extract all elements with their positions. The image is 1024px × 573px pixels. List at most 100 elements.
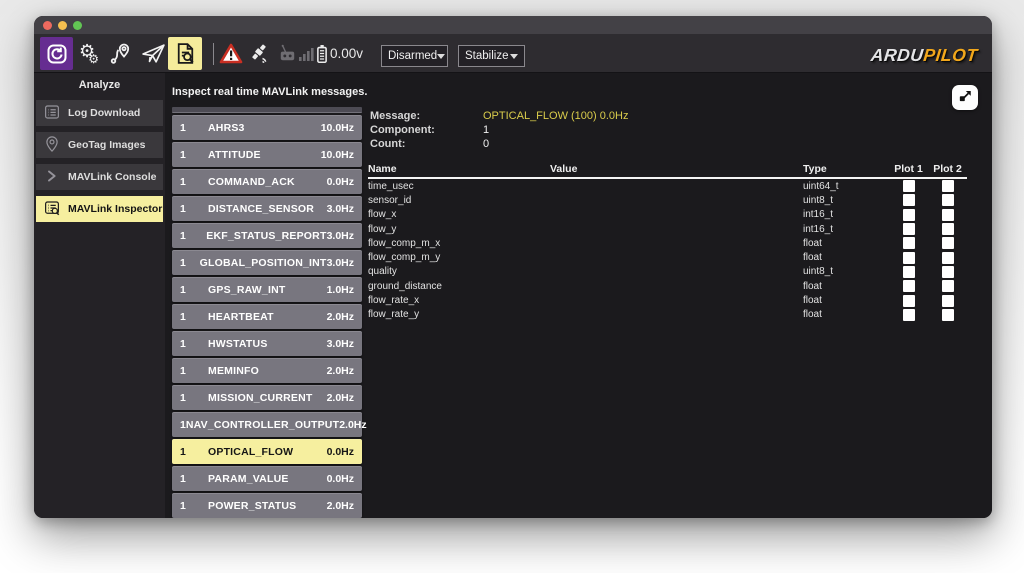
fields-table-header: Name Value Type Plot 1 Plot 2: [368, 163, 967, 179]
table-row: flow_x int16_t: [368, 208, 967, 222]
close-window-button[interactable]: [43, 20, 52, 30]
config-button[interactable]: ⚙ ⚙: [74, 37, 104, 70]
waypoint-route-icon: [109, 42, 133, 66]
message-rate: 0.0Hz: [326, 445, 354, 458]
field-type: int16_t: [803, 209, 834, 221]
message-list-item[interactable]: 1 EKF_STATUS_REPORT 3.0Hz: [172, 223, 362, 248]
logo-text-ardu: ARDU: [870, 44, 926, 65]
table-row: sensor_id uint8_t: [368, 193, 967, 207]
plot2-checkbox[interactable]: [941, 280, 954, 293]
fields-table: Name Value Type Plot 1 Plot 2 time_usec …: [368, 163, 967, 322]
data-refresh-icon: [45, 42, 69, 66]
warning-indicator[interactable]: [218, 37, 244, 70]
message-rate: 2.0Hz: [326, 499, 354, 512]
toolbar: ⚙ ⚙ 0.00v Disarmed Stabilize ARDU PILOT: [34, 34, 992, 73]
field-type: float: [803, 237, 822, 249]
message-list-partial-item-top[interactable]: [172, 107, 362, 113]
flight-mode-dropdown[interactable]: Stabilize: [458, 45, 525, 67]
plot1-checkbox[interactable]: [902, 265, 915, 278]
field-type: float: [803, 280, 822, 292]
field-type: uint64_t: [803, 180, 839, 192]
message-count: 1: [180, 256, 186, 269]
plan-button[interactable]: [106, 37, 136, 70]
toolbar-separator: [213, 43, 214, 65]
plot2-checkbox[interactable]: [941, 208, 954, 221]
message-list-item[interactable]: 1 MEMINFO 2.0Hz: [172, 358, 362, 383]
plot1-checkbox[interactable]: [902, 280, 915, 293]
message-count: 1: [180, 364, 186, 377]
message-list-item[interactable]: 1 MISSION_CURRENT 2.0Hz: [172, 385, 362, 410]
table-row: time_usec uint64_t: [368, 179, 967, 193]
sidebar-item-mavlink-inspector[interactable]: MAVLink Inspector: [36, 196, 163, 222]
plot2-checkbox[interactable]: [941, 180, 954, 193]
paper-plane-icon: [141, 41, 166, 66]
zoom-window-button[interactable]: [73, 20, 82, 30]
plot1-checkbox[interactable]: [902, 180, 915, 193]
field-name: ground_distance: [368, 280, 442, 292]
field-name: flow_x: [368, 209, 397, 221]
plot1-checkbox[interactable]: [902, 251, 915, 264]
panel-subtitle: Inspect real time MAVLink messages.: [172, 86, 368, 98]
plot1-checkbox[interactable]: [902, 208, 915, 221]
column-header-name: Name: [368, 163, 397, 175]
message-list-item[interactable]: 1 AHRS3 10.0Hz: [172, 115, 362, 140]
arm-state-dropdown[interactable]: Disarmed: [381, 45, 448, 67]
message-list-item[interactable]: 1 COMMAND_ACK 0.0Hz: [172, 169, 362, 194]
plot2-checkbox[interactable]: [941, 308, 954, 321]
sidebar-item-label: MAVLink Console: [68, 171, 157, 183]
message-list-item[interactable]: 1 GPS_RAW_INT 1.0Hz: [172, 277, 362, 302]
plot1-checkbox[interactable]: [902, 223, 915, 236]
plot2-checkbox[interactable]: [941, 237, 954, 250]
message-list-item-selected[interactable]: 1 OPTICAL_FLOW 0.0Hz: [172, 439, 362, 464]
message-list-item[interactable]: 1 GLOBAL_POSITION_INT 3.0Hz: [172, 250, 362, 275]
plot1-checkbox[interactable]: [902, 294, 915, 307]
titlebar: [34, 16, 992, 34]
message-count: 1: [180, 391, 186, 404]
message-list-item[interactable]: 1 PARAM_VALUE 0.0Hz: [172, 466, 362, 491]
analyze-button-active[interactable]: [168, 37, 202, 70]
popout-button[interactable]: [952, 85, 978, 110]
plot2-checkbox[interactable]: [941, 251, 954, 264]
message-rate: 3.0Hz: [326, 202, 354, 215]
message-count: 1: [180, 121, 186, 134]
message-name: POWER_STATUS: [208, 499, 297, 512]
message-rate: 10.0Hz: [320, 148, 354, 161]
message-name: EKF_STATUS_REPORT: [206, 229, 327, 242]
simulation-button[interactable]: [138, 37, 168, 70]
message-name: ATTITUDE: [208, 148, 261, 161]
message-list-item[interactable]: 1 ATTITUDE 10.0Hz: [172, 142, 362, 167]
sidebar-item-log-download[interactable]: Log Download: [36, 100, 163, 126]
column-header-plot2: Plot 2: [933, 163, 962, 175]
field-name: flow_y: [368, 223, 397, 235]
sidebar-item-geotag-images[interactable]: GeoTag Images: [36, 132, 163, 158]
field-type: float: [803, 295, 822, 307]
message-name: HEARTBEAT: [208, 310, 274, 323]
plot1-checkbox[interactable]: [902, 308, 915, 321]
message-count: 1: [180, 472, 186, 485]
battery-indicator: [315, 37, 329, 70]
field-name: quality: [368, 266, 397, 278]
plot2-checkbox[interactable]: [941, 194, 954, 207]
plot1-checkbox[interactable]: [902, 194, 915, 207]
plot2-checkbox[interactable]: [941, 223, 954, 236]
message-count: 1: [180, 337, 186, 350]
message-name: AHRS3: [208, 121, 245, 134]
message-name: OPTICAL_FLOW: [208, 445, 294, 458]
plot1-checkbox[interactable]: [902, 237, 915, 250]
field-name: flow_comp_m_y: [368, 252, 441, 264]
gps-status-indicator[interactable]: [246, 37, 272, 70]
message-list-item[interactable]: 1 DISTANCE_SENSOR 3.0Hz: [172, 196, 362, 221]
message-list-item[interactable]: 1 HEARTBEAT 2.0Hz: [172, 304, 362, 329]
plot2-checkbox[interactable]: [941, 294, 954, 307]
gears-icon: ⚙ ⚙: [79, 40, 99, 66]
message-list-item[interactable]: 1 HWSTATUS 3.0Hz: [172, 331, 362, 356]
column-header-value: Value: [550, 163, 578, 175]
minimize-window-button[interactable]: [58, 20, 67, 30]
field-type: float: [803, 252, 822, 264]
message-list-item[interactable]: 1 NAV_CONTROLLER_OUTPUT 2.0Hz: [172, 412, 367, 437]
message-list-item[interactable]: 1 POWER_STATUS 2.0Hz: [172, 493, 362, 518]
sidebar-item-mavlink-console[interactable]: MAVLink Console: [36, 164, 163, 190]
data-view-button[interactable]: [40, 37, 73, 70]
plot2-checkbox[interactable]: [941, 265, 954, 278]
document-search-icon: [173, 41, 198, 66]
